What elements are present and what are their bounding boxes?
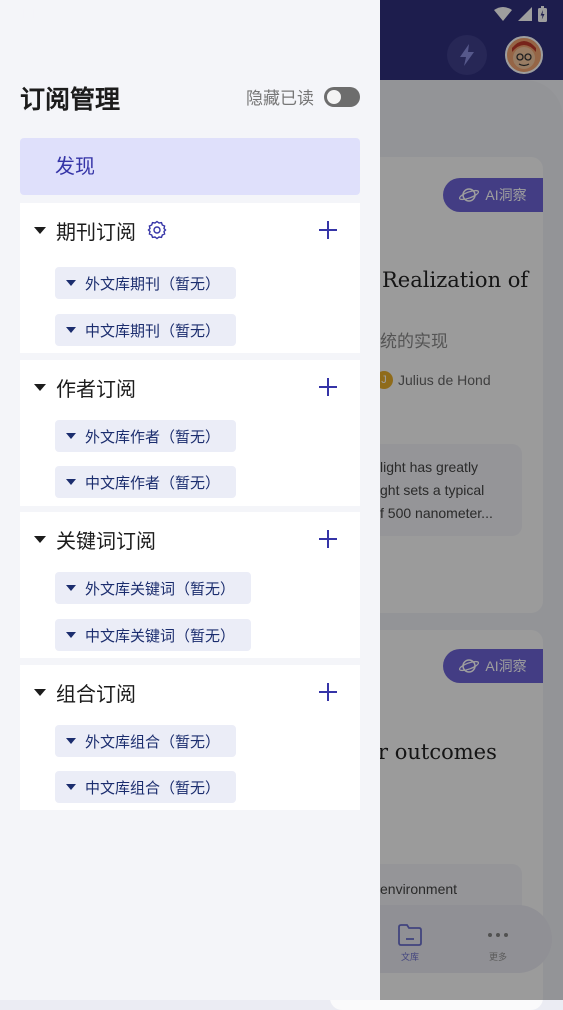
subscription-chip[interactable]: 外文库关键词（暂无） <box>55 572 252 604</box>
add-icon[interactable] <box>318 529 338 549</box>
chip-label: 中文库组合（暂无） <box>85 778 221 797</box>
section-title: 组合订阅 <box>56 681 136 706</box>
hide-read-control[interactable]: 隐藏已读 <box>246 84 360 109</box>
chip-triangle-icon <box>66 327 76 333</box>
collapse-triangle-icon <box>34 226 46 234</box>
status-time: 11:03 <box>18 6 62 24</box>
chip-triangle-icon <box>66 738 76 744</box>
section-header[interactable]: 期刊订阅 <box>20 203 360 257</box>
collapse-triangle-icon <box>34 688 46 696</box>
subscription-chip[interactable]: 外文库组合（暂无） <box>55 725 237 757</box>
chip-label: 外文库组合（暂无） <box>85 732 221 751</box>
hide-read-toggle[interactable] <box>324 86 360 107</box>
chip-label: 中文库关键词（暂无） <box>85 626 236 645</box>
chip-triangle-icon <box>66 433 76 439</box>
chip-triangle-icon <box>66 479 76 485</box>
section-title: 作者订阅 <box>56 376 136 401</box>
keyword-subscription-section: 关键词订阅 外文库关键词（暂无） 中文库关键词（暂无） <box>20 512 360 658</box>
subscription-chip[interactable]: 中文库组合（暂无） <box>55 771 237 803</box>
section-title: 关键词订阅 <box>56 528 156 553</box>
journal-subscription-section: 期刊订阅 外文库期刊（暂无） 中文库期刊（暂无） <box>20 203 360 353</box>
add-icon[interactable] <box>318 377 338 397</box>
chip-label: 外文库期刊（暂无） <box>85 274 221 293</box>
add-icon[interactable] <box>318 220 338 240</box>
toggle-knob <box>327 89 341 104</box>
hide-read-label: 隐藏已读 <box>246 89 314 109</box>
collapse-triangle-icon <box>34 535 46 543</box>
section-header[interactable]: 作者订阅 <box>20 360 360 414</box>
subscription-drawer: 11:03 订阅管理 隐藏已读 发现 期刊订阅 外文库期刊（暂无） 中文库期刊（… <box>0 0 380 1000</box>
discover-item[interactable]: 发现 <box>20 138 360 195</box>
combination-subscription-section: 组合订阅 外文库组合（暂无） 中文库组合（暂无） <box>20 665 360 810</box>
chip-triangle-icon <box>66 784 76 790</box>
chip-triangle-icon <box>66 280 76 286</box>
subscription-chip[interactable]: 中文库作者（暂无） <box>55 466 237 498</box>
collapse-triangle-icon <box>34 383 46 391</box>
chip-label: 外文库作者（暂无） <box>85 427 221 446</box>
subscription-chip[interactable]: 中文库关键词（暂无） <box>55 619 252 651</box>
subscription-chip[interactable]: 中文库期刊（暂无） <box>55 314 237 346</box>
chip-label: 外文库关键词（暂无） <box>85 579 236 598</box>
subscription-chip[interactable]: 外文库作者（暂无） <box>55 420 237 452</box>
chip-label: 中文库期刊（暂无） <box>85 321 221 340</box>
section-header[interactable]: 组合订阅 <box>20 665 360 719</box>
chip-triangle-icon <box>66 632 76 638</box>
chip-triangle-icon <box>66 585 76 591</box>
settings-gear-icon[interactable] <box>147 220 167 240</box>
section-title: 期刊订阅 <box>56 219 136 244</box>
drawer-title: 订阅管理 <box>20 85 121 114</box>
section-header[interactable]: 关键词订阅 <box>20 512 360 566</box>
add-icon[interactable] <box>318 682 338 702</box>
author-subscription-section: 作者订阅 外文库作者（暂无） 中文库作者（暂无） <box>20 360 360 506</box>
subscription-chip[interactable]: 外文库期刊（暂无） <box>55 267 237 299</box>
chip-label: 中文库作者（暂无） <box>85 473 221 492</box>
